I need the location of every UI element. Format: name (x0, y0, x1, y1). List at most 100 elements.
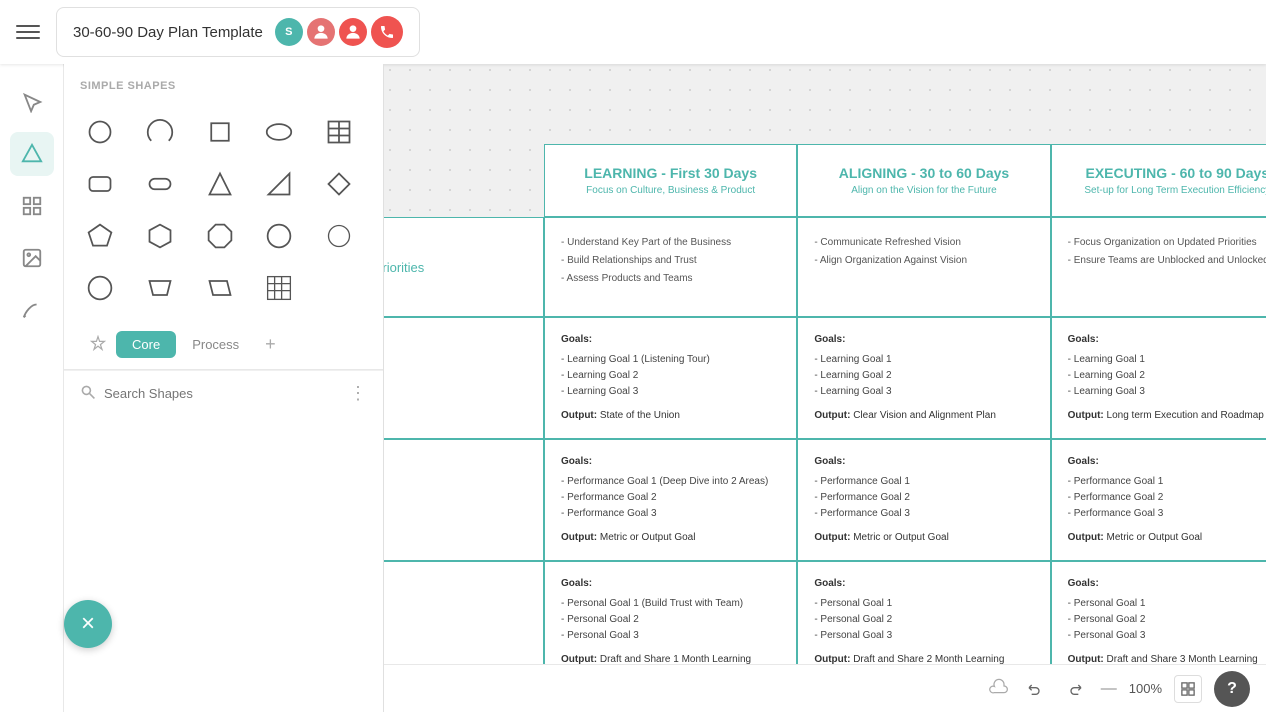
goals-label-2-3: Goals: (1068, 454, 1266, 470)
goals-text-3-2: - Personal Goal 1- Personal Goal 2- Pers… (814, 596, 1033, 644)
call-button[interactable] (371, 16, 403, 48)
grid-toggle-button[interactable] (1174, 675, 1202, 703)
output-1-3: Output: Long term Execution and Roadmap (1068, 408, 1266, 424)
column-header-2: ALIGNING - 30 to 60 Days Align on the Vi… (797, 144, 1050, 217)
goals-label-3-3: Goals: (1068, 576, 1266, 592)
search-container: ⋮ (64, 370, 383, 416)
section-2-col3[interactable]: Goals: - Performance Goal 1- Performance… (1051, 439, 1266, 561)
goals-text-1-1: - Learning Goal 1 (Listening Tour)- Lear… (561, 352, 780, 400)
shape-circle2[interactable] (315, 212, 363, 260)
priorities-col1[interactable]: - Understand Key Part of the Business - … (544, 217, 797, 317)
goals-label-2-1: Goals: (561, 454, 780, 470)
panel-tabs: Core Process + (64, 320, 383, 370)
cloud-save-icon[interactable] (989, 676, 1009, 701)
section-row-2: Goals: - Performance Goal 1 (Deep Dive i… (254, 439, 1266, 561)
image-icon[interactable] (10, 236, 54, 280)
column-header-1: LEARNING - First 30 Days Focus on Cultur… (544, 144, 797, 217)
grid-header-row: LEARNING - First 30 Days Focus on Cultur… (254, 144, 1266, 217)
goals-text-1-3: - Learning Goal 1- Learning Goal 2- Lear… (1068, 352, 1266, 400)
shape-stadium[interactable] (136, 160, 184, 208)
shape-12gon[interactable] (255, 212, 303, 260)
section-1-col3[interactable]: Goals: - Learning Goal 1- Learning Goal … (1051, 317, 1266, 439)
goals-label-3-1: Goals: (561, 576, 780, 592)
shape-diamond[interactable] (315, 160, 363, 208)
section-row-1: Goals: - Learning Goal 1 (Listening Tour… (254, 317, 1266, 439)
col2-title: ALIGNING - 30 to 60 Days (814, 165, 1033, 181)
col1-subtitle: Focus on Culture, Business & Product (561, 185, 780, 196)
title-container: 30-60-90 Day Plan Template S (56, 7, 420, 57)
shape-hexagon[interactable] (136, 212, 184, 260)
column-header-3: EXECUTING - 60 to 90 Days Set-up for Lon… (1051, 144, 1266, 217)
section-2-col1[interactable]: Goals: - Performance Goal 1 (Deep Dive i… (544, 439, 797, 561)
priorities-col3[interactable]: - Focus Organization on Updated Prioriti… (1051, 217, 1266, 317)
help-button[interactable]: ? (1214, 671, 1250, 707)
col3-title: EXECUTING - 60 to 90 Days (1068, 165, 1266, 181)
avatar-b[interactable] (307, 18, 335, 46)
section-1-col2[interactable]: Goals: - Learning Goal 1- Learning Goal … (797, 317, 1050, 439)
goals-text-2-2: - Performance Goal 1- Performance Goal 2… (814, 474, 1033, 522)
shape-trapezoid[interactable] (136, 264, 184, 312)
cursor-icon[interactable] (10, 80, 54, 124)
output-2-1: Output: Metric or Output Goal (561, 530, 780, 546)
shape-grid[interactable] (255, 264, 303, 312)
tab-add-button[interactable]: + (255, 328, 286, 361)
topbar: 30-60-90 Day Plan Template S (0, 0, 1266, 64)
goals-label-1-3: Goals: (1068, 332, 1266, 348)
shape-square[interactable] (196, 108, 244, 156)
tab-core[interactable]: Core (116, 331, 176, 358)
output-1-1: Output: State of the Union (561, 408, 780, 424)
avatar-c[interactable] (339, 18, 367, 46)
undo-button[interactable] (1021, 675, 1049, 703)
shape-rounded-rect[interactable] (76, 160, 124, 208)
shapes-panel-header: SIMPLE SHAPES (64, 64, 383, 100)
fab-button[interactable]: × (64, 600, 112, 648)
priorities-col2[interactable]: - Communicate Refreshed Vision - Align O… (797, 217, 1050, 317)
output-2-2: Output: Metric or Output Goal (814, 530, 1033, 546)
document-title: 30-60-90 Day Plan Template (73, 24, 263, 41)
goals-text-3-3: - Personal Goal 1- Personal Goal 2- Pers… (1068, 596, 1266, 644)
shapes-grid (64, 100, 383, 320)
search-menu-icon[interactable]: ⋮ (349, 383, 367, 404)
zoom-level: 100% (1129, 681, 1162, 696)
shape-circle[interactable] (76, 108, 124, 156)
left-sidebar (0, 64, 64, 712)
tab-process[interactable]: Process (176, 331, 255, 358)
col2-subtitle: Align on the Vision for the Future (814, 185, 1033, 196)
goals-label-2-2: Goals: (814, 454, 1033, 470)
goals-text-3-1: - Personal Goal 1 (Build Trust with Team… (561, 596, 780, 644)
goals-label-1-2: Goals: (814, 332, 1033, 348)
section-2-col2[interactable]: Goals: - Performance Goal 1- Performance… (797, 439, 1050, 561)
shape-right-triangle[interactable] (255, 160, 303, 208)
shape-table[interactable] (315, 108, 363, 156)
plan-grid: LEARNING - First 30 Days Focus on Cultur… (254, 144, 1266, 683)
shape-arc[interactable] (136, 108, 184, 156)
menu-icon[interactable] (16, 20, 40, 44)
shape-octagon[interactable] (196, 212, 244, 260)
shape-triangle[interactable] (196, 160, 244, 208)
col3-subtitle: Set-up for Long Term Execution Efficienc… (1068, 185, 1266, 196)
shape-parallelogram[interactable] (196, 264, 244, 312)
shapes-icon[interactable] (10, 132, 54, 176)
search-input[interactable] (104, 386, 341, 401)
draw-icon[interactable] (10, 288, 54, 332)
shape-circle3[interactable] (76, 264, 124, 312)
avatar-group: S (275, 16, 403, 48)
output-1-2: Output: Clear Vision and Alignment Plan (814, 408, 1033, 424)
goals-label-1-1: Goals: (561, 332, 780, 348)
goals-label-3-2: Goals: (814, 576, 1033, 592)
shape-ellipse[interactable] (255, 108, 303, 156)
goals-text-1-2: - Learning Goal 1- Learning Goal 2- Lear… (814, 352, 1033, 400)
search-icon (80, 384, 96, 403)
goals-text-2-1: - Performance Goal 1 (Deep Dive into 2 A… (561, 474, 780, 522)
shapes-panel: SIMPLE SHAPES (64, 64, 384, 712)
col1-title: LEARNING - First 30 Days (561, 165, 780, 181)
goals-text-2-3: - Performance Goal 1- Performance Goal 2… (1068, 474, 1266, 522)
tab-star-icon[interactable] (80, 329, 116, 360)
shape-pentagon[interactable] (76, 212, 124, 260)
output-2-3: Output: Metric or Output Goal (1068, 530, 1266, 546)
redo-button[interactable] (1061, 675, 1089, 703)
avatar-s[interactable]: S (275, 18, 303, 46)
grid-layout-icon[interactable] (10, 184, 54, 228)
priorities-row: Priorities - Understand Key Part of the … (254, 217, 1266, 317)
section-1-col1[interactable]: Goals: - Learning Goal 1 (Listening Tour… (544, 317, 797, 439)
